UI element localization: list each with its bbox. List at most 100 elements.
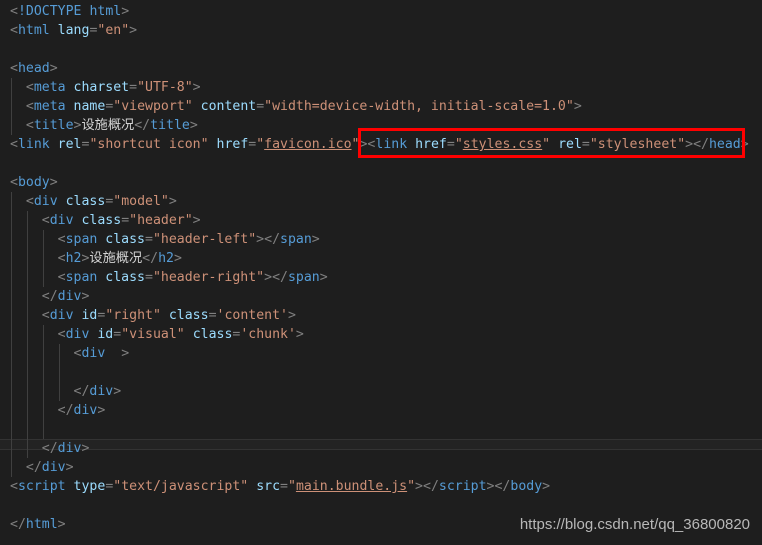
- code-token-txtnode: 设施概况: [81, 118, 135, 133]
- code-token-att: src: [256, 479, 281, 494]
- code-line[interactable]: </div>: [0, 458, 762, 477]
- code-token-str: ": [256, 137, 265, 152]
- code-token-pn: >: [573, 99, 582, 114]
- code-token-pn: >: [49, 61, 58, 76]
- code-token-tag: html: [89, 4, 122, 19]
- code-token-tag: div: [49, 213, 74, 228]
- code-line[interactable]: </div>: [0, 287, 762, 306]
- code-token-tag: h2: [65, 251, 82, 266]
- code-token-tag: div: [57, 441, 82, 456]
- code-token-pn: >: [121, 4, 130, 19]
- code-token-str: "UTF-8": [137, 80, 193, 95]
- code-line[interactable]: <html lang="en">: [0, 21, 762, 40]
- code-line[interactable]: </div>: [0, 382, 762, 401]
- code-token-pn: </: [134, 118, 151, 133]
- code-token-pn: <: [10, 61, 18, 76]
- code-token-tag: script: [17, 479, 66, 494]
- code-token-pn: =: [581, 137, 590, 152]
- code-token-tag: title: [33, 118, 74, 133]
- code-line[interactable]: <body>: [0, 173, 762, 192]
- code-token-pn: <: [10, 327, 66, 342]
- code-token-txtnode: [58, 194, 66, 209]
- code-line[interactable]: <div id="visual" class='chunk'>: [0, 325, 762, 344]
- code-token-lnk[interactable]: favicon.ico: [264, 137, 351, 152]
- code-token-att: href: [415, 137, 447, 152]
- code-token-tag: div: [65, 327, 90, 342]
- code-token-att: charset: [73, 80, 130, 95]
- code-token-pn: </: [10, 517, 26, 532]
- code-token-pn: </: [142, 251, 159, 266]
- code-line[interactable]: <h2>设施概况</h2>: [0, 249, 762, 268]
- code-token-pn: >: [740, 137, 749, 152]
- code-token-txtnode: [550, 137, 558, 152]
- code-token-pn: >: [173, 251, 182, 266]
- code-token-str: "header-right": [152, 270, 265, 285]
- code-line-text: <!DOCTYPE html>: [0, 2, 129, 21]
- code-token-tag: head: [708, 137, 741, 152]
- code-token-att: id: [81, 308, 98, 323]
- code-token-att: id: [97, 327, 114, 342]
- code-token-pn: >: [168, 194, 177, 209]
- code-token-tag: span: [65, 232, 98, 247]
- code-line[interactable]: [0, 363, 762, 382]
- code-line[interactable]: <script type="text/javascript" src="main…: [0, 477, 762, 496]
- code-line[interactable]: <link rel="shortcut icon" href="favicon.…: [0, 135, 762, 154]
- code-token-pn: <: [10, 137, 18, 152]
- code-line[interactable]: [0, 40, 762, 59]
- code-token-str: "header-left": [152, 232, 257, 247]
- code-token-att: content: [200, 99, 257, 114]
- code-line[interactable]: <head>: [0, 59, 762, 78]
- code-line[interactable]: <span class="header-left"></span>: [0, 230, 762, 249]
- code-token-txtnode: [66, 80, 74, 95]
- code-line[interactable]: <title>设施概况</title>: [0, 116, 762, 135]
- code-token-pn: </: [264, 232, 281, 247]
- code-token-pn: <: [10, 270, 66, 285]
- code-line-text: </div>: [0, 401, 106, 420]
- code-token-pn: </: [10, 441, 58, 456]
- code-token-pn: >: [542, 479, 551, 494]
- code-line[interactable]: <div id="right" class='content'>: [0, 306, 762, 325]
- code-line[interactable]: <meta name="viewport" content="width=dev…: [0, 97, 762, 116]
- code-line[interactable]: <span class="header-right"></span>: [0, 268, 762, 287]
- code-token-txtnode: [185, 327, 193, 342]
- code-line[interactable]: <div >: [0, 344, 762, 363]
- code-token-str: "stylesheet": [589, 137, 686, 152]
- code-token-pn: <: [10, 308, 50, 323]
- code-line-text: </div>: [0, 287, 90, 306]
- code-token-pn: >: [113, 384, 122, 399]
- code-token-tag: html: [17, 23, 50, 38]
- code-line[interactable]: </div>: [0, 439, 762, 458]
- code-line[interactable]: [0, 420, 762, 439]
- code-token-att: class: [105, 270, 145, 285]
- code-token-tag: !DOCTYPE: [17, 4, 82, 19]
- code-token-pn: <: [10, 232, 66, 247]
- code-line[interactable]: <!DOCTYPE html>: [0, 2, 762, 21]
- code-line[interactable]: </div>: [0, 401, 762, 420]
- code-token-att: class: [168, 308, 209, 323]
- code-token-pn: <: [10, 80, 34, 95]
- code-token-pn: >: [287, 308, 296, 323]
- code-token-tag: html: [25, 517, 58, 532]
- code-token-lnk[interactable]: main.bundle.js: [296, 479, 407, 494]
- code-token-lnk[interactable]: styles.css: [463, 137, 542, 152]
- code-token-att: name: [73, 99, 106, 114]
- code-line-text: <html lang="en">: [0, 21, 137, 40]
- code-line[interactable]: <div class="model">: [0, 192, 762, 211]
- code-token-tag: div: [41, 460, 66, 475]
- code-token-pn: >: [189, 118, 198, 133]
- code-line[interactable]: <div class="header">: [0, 211, 762, 230]
- code-line[interactable]: [0, 496, 762, 515]
- code-line[interactable]: [0, 154, 762, 173]
- code-token-pn: =: [145, 232, 153, 247]
- code-token-str: "viewport": [113, 99, 193, 114]
- code-token-tag: body: [510, 479, 543, 494]
- code-token-tag: div: [49, 308, 74, 323]
- code-line-text: <div id="right" class='content'>: [0, 306, 296, 325]
- code-token-pn: </: [10, 403, 74, 418]
- code-token-pn: <: [10, 194, 34, 209]
- code-token-txtnode: [50, 137, 58, 152]
- code-token-str: ": [542, 137, 551, 152]
- code-content-area[interactable]: <!DOCTYPE html> <html lang="en"> <head> <m…: [0, 0, 762, 545]
- code-line[interactable]: <meta charset="UTF-8">: [0, 78, 762, 97]
- code-token-txtnode: [161, 308, 169, 323]
